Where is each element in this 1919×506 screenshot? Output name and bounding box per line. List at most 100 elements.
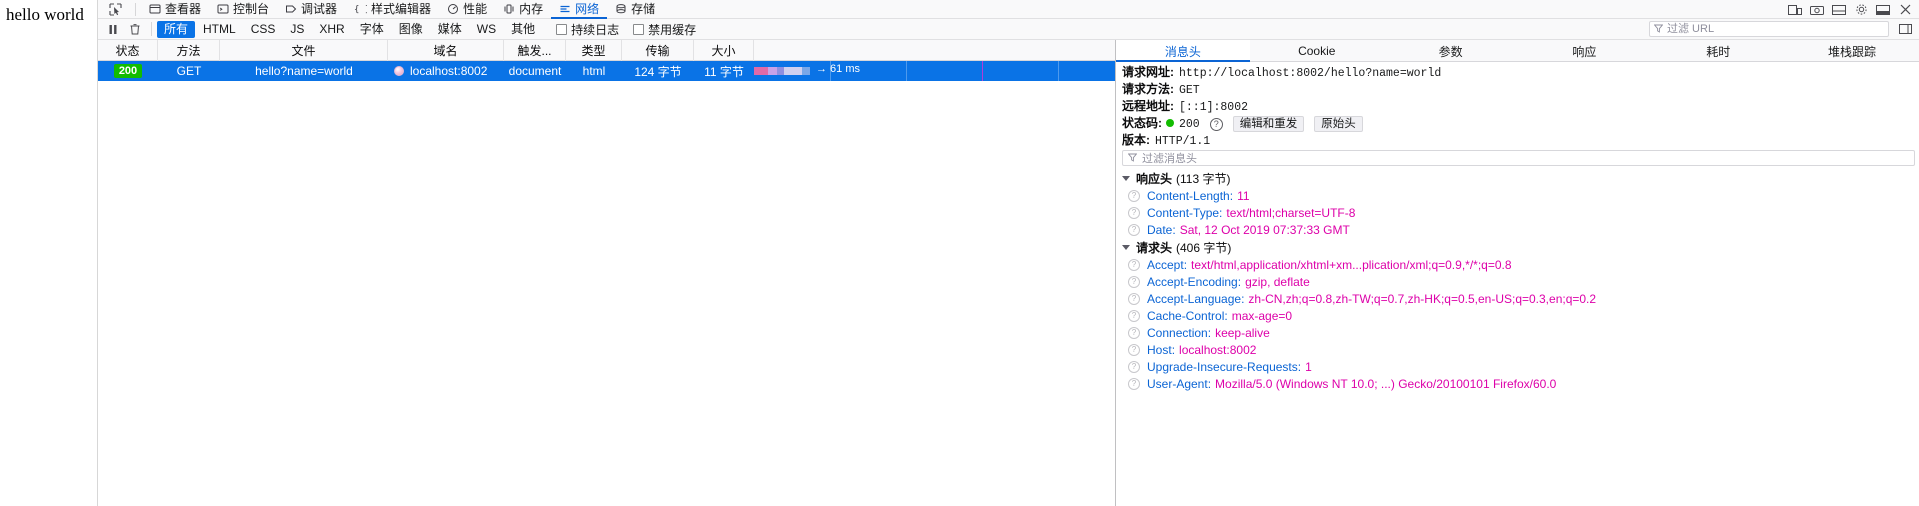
filter-pill-image[interactable]: 图像 <box>392 21 430 38</box>
split-console-icon[interactable] <box>1829 1 1849 18</box>
header-row[interactable]: ? Content-Type: text/html;charset=UTF-8 <box>1116 204 1919 221</box>
disable-cache-checkbox[interactable]: 禁用缓存 <box>633 21 696 38</box>
header-colon: : <box>1219 205 1223 220</box>
header-value: Mozilla/5.0 (Windows NT 10.0; ...) Gecko… <box>1215 376 1557 391</box>
header-value: zh-CN,zh;q=0.8,zh-TW;q=0.7,zh-HK;q=0.5,e… <box>1248 291 1597 306</box>
details-body: 请求网址: http://localhost:8002/hello?name=w… <box>1116 62 1919 506</box>
tab-console[interactable]: 控制台 <box>209 0 277 19</box>
column-header-domain[interactable]: 域名 <box>388 40 504 61</box>
settings-gear-icon[interactable] <box>1851 1 1871 18</box>
header-row[interactable]: ? Content-Length: 11 <box>1116 187 1919 204</box>
cell-file: hello?name=world <box>255 64 353 78</box>
header-row[interactable]: ? Accept: text/html,application/xhtml+xm… <box>1116 256 1919 273</box>
summary-version: 版本: HTTP/1.1 <box>1116 130 1919 148</box>
filter-pill-css[interactable]: CSS <box>244 21 283 38</box>
tab-headers[interactable]: 消息头 <box>1116 40 1250 62</box>
filter-pill-other[interactable]: 其他 <box>504 21 542 38</box>
header-row[interactable]: ? Accept-Language: zh-CN,zh;q=0.8,zh-TW;… <box>1116 290 1919 307</box>
column-header-cause[interactable]: 触发... <box>504 40 566 61</box>
summary-request-url-value: http://localhost:8002/hello?name=world <box>1179 67 1442 80</box>
tab-style-editor[interactable]: { } 样式编辑器 <box>345 0 439 19</box>
persist-logs-checkbox[interactable]: 持续日志 <box>556 21 619 38</box>
edit-and-resend-button[interactable]: 编辑和重发 <box>1232 116 1305 132</box>
tab-cookies[interactable]: Cookie <box>1250 40 1384 62</box>
tab-timings[interactable]: 耗时 <box>1651 40 1785 62</box>
trash-icon[interactable] <box>124 20 146 38</box>
devtools-toolbar: 查看器 控制台 调试器 { } <box>98 0 1919 19</box>
filter-pill-xhr[interactable]: XHR <box>312 21 351 38</box>
column-header-status[interactable]: 状态 <box>98 40 158 61</box>
tab-params[interactable]: 参数 <box>1384 40 1518 62</box>
tab-memory[interactable]: 内存 <box>495 0 551 19</box>
toolbar-divider <box>151 22 152 36</box>
header-name: Upgrade-Insecure-Requests <box>1147 359 1298 374</box>
element-picker-icon[interactable] <box>104 1 126 18</box>
dock-bottom-icon[interactable] <box>1873 1 1893 18</box>
tab-storage-label: 存储 <box>631 1 656 16</box>
header-row[interactable]: ? Upgrade-Insecure-Requests: 1 <box>1116 358 1919 375</box>
toolbar-left-group <box>98 1 141 18</box>
request-list: 状态 方法 文件 域名 触发... 类型 传输 大小 0 毫秒 80 毫秒 16… <box>98 40 1116 506</box>
table-row[interactable]: 200 GET hello?name=world localhost:8002 … <box>98 61 1115 81</box>
filter-pill-all[interactable]: 所有 <box>157 20 196 38</box>
tab-response[interactable]: 响应 <box>1517 40 1651 62</box>
checkbox-box <box>633 23 645 35</box>
header-value: 11 <box>1237 188 1250 203</box>
close-devtools-icon[interactable] <box>1895 1 1915 18</box>
tab-style-editor-label: 样式编辑器 <box>371 1 432 16</box>
waterfall-segment-receive <box>802 67 810 75</box>
section-response-headers-count: (113 字节) <box>1176 171 1231 186</box>
header-row[interactable]: ? Cache-Control: max-age=0 <box>1116 307 1919 324</box>
question-mark-icon: ? <box>1128 258 1140 271</box>
header-colon: : <box>1241 291 1245 306</box>
tab-network[interactable]: 网络 <box>551 0 607 19</box>
question-mark-icon: ? <box>1128 360 1140 373</box>
pause-icon[interactable] <box>102 20 124 38</box>
column-header-type[interactable]: 类型 <box>566 40 622 61</box>
column-header-transferred[interactable]: 传输 <box>622 40 694 61</box>
filter-pill-html[interactable]: HTML <box>196 21 243 38</box>
filter-pill-ws[interactable]: WS <box>470 21 503 38</box>
filter-pill-media[interactable]: 媒体 <box>431 21 469 38</box>
responsive-design-mode-icon[interactable] <box>1785 1 1805 18</box>
tab-stack-trace[interactable]: 堆栈跟踪 <box>1785 40 1919 62</box>
url-filter-input[interactable]: 过滤 URL <box>1649 21 1889 37</box>
question-mark-icon: ? <box>1128 206 1140 219</box>
section-request-headers[interactable]: 请求头 (406 字节) <box>1116 238 1919 256</box>
summary-request-method-value: GET <box>1179 84 1200 97</box>
cell-size: 11 字节 <box>704 64 744 79</box>
question-mark-icon: ? <box>1128 343 1140 356</box>
headers-filter-input[interactable]: 过滤消息头 <box>1122 150 1915 166</box>
header-row[interactable]: ? Host: localhost:8002 <box>1116 341 1919 358</box>
tab-storage[interactable]: 存储 <box>607 0 663 19</box>
section-request-headers-title: 请求头 <box>1136 240 1173 255</box>
tab-debugger-label: 调试器 <box>301 1 338 16</box>
details-tab-list: 消息头 Cookie 参数 响应 耗时 堆栈跟踪 <box>1116 40 1919 62</box>
header-row[interactable]: ? Connection: keep-alive <box>1116 324 1919 341</box>
question-mark-icon[interactable]: ? <box>1209 118 1223 131</box>
tab-memory-label: 内存 <box>519 1 544 16</box>
column-header-file[interactable]: 文件 <box>220 40 388 61</box>
header-row[interactable]: ? User-Agent: Mozilla/5.0 (Windows NT 10… <box>1116 375 1919 392</box>
raw-headers-button[interactable]: 原始头 <box>1314 116 1363 132</box>
tab-inspector[interactable]: 查看器 <box>141 0 209 19</box>
screenshot-icon[interactable] <box>1807 1 1827 18</box>
header-value: max-age=0 <box>1231 308 1293 323</box>
tool-tab-list: 查看器 控制台 调试器 { } <box>141 0 663 19</box>
cell-type: html <box>582 64 606 78</box>
header-row[interactable]: ? Accept-Encoding: gzip, deflate <box>1116 273 1919 290</box>
tab-performance[interactable]: 性能 <box>439 0 495 19</box>
web-page-content: hello world <box>0 0 98 506</box>
cell-status: 200 <box>98 61 158 81</box>
filter-pill-font[interactable]: 字体 <box>353 21 391 38</box>
header-row[interactable]: ? Date: Sat, 12 Oct 2019 07:37:33 GMT <box>1116 221 1919 238</box>
tab-debugger[interactable]: 调试器 <box>277 0 345 19</box>
filter-pill-js[interactable]: JS <box>283 21 311 38</box>
persist-logs-label: 持续日志 <box>571 22 620 37</box>
toggle-sidebar-icon[interactable] <box>1895 21 1915 38</box>
column-header-size[interactable]: 大小 <box>694 40 754 61</box>
console-icon <box>217 3 229 15</box>
section-response-headers[interactable]: 响应头 (113 字节) <box>1116 169 1919 187</box>
header-colon: : <box>1237 274 1242 289</box>
column-header-method[interactable]: 方法 <box>158 40 220 61</box>
